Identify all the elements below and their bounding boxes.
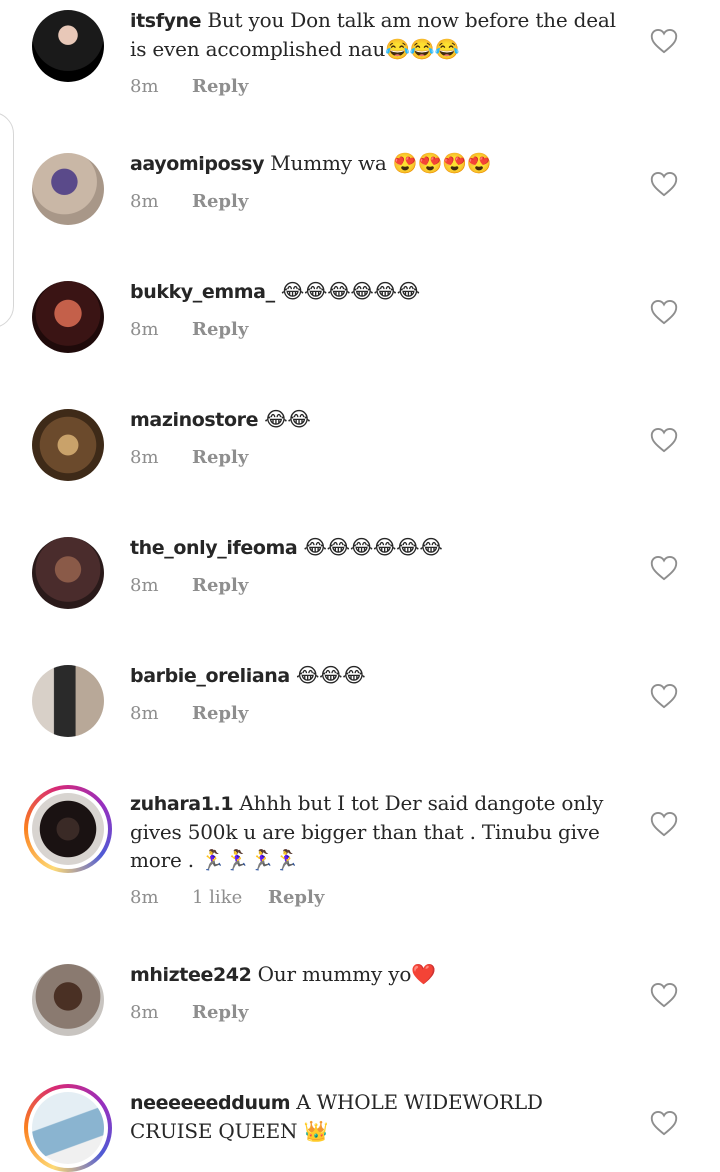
avatar[interactable] — [32, 537, 104, 609]
avatar[interactable] — [32, 409, 104, 481]
comment-username[interactable]: bukky_emma_ — [130, 281, 275, 303]
avatar[interactable] — [32, 964, 104, 1036]
reply-button[interactable]: Reply — [192, 76, 248, 97]
comment-username[interactable]: zuhara1.1 — [130, 793, 234, 815]
comment-username[interactable]: itsfyne — [130, 10, 202, 32]
avatar — [32, 793, 104, 865]
comment-username[interactable]: neeeeeedduum — [130, 1092, 291, 1114]
comment-text: But you Don talk am now before the deal … — [130, 8, 616, 61]
heart-outline-icon[interactable] — [650, 982, 678, 1008]
reply-button[interactable]: Reply — [192, 319, 248, 340]
heart-outline-icon[interactable] — [650, 28, 678, 54]
reply-button[interactable]: Reply — [192, 447, 248, 468]
avatar-story-ring[interactable] — [24, 785, 112, 873]
heart-outline-icon[interactable] — [650, 171, 678, 197]
reply-button[interactable]: Reply — [192, 191, 248, 212]
comment-time: 8m — [130, 76, 159, 97]
comment-time: 8m — [130, 447, 159, 468]
heart-outline-icon[interactable] — [650, 1110, 678, 1136]
comment-text: 😂😂😂 — [295, 663, 366, 687]
comment-time: 8m — [130, 1002, 159, 1023]
avatar-story-ring[interactable] — [24, 1084, 112, 1172]
reply-button[interactable]: Reply — [268, 887, 324, 908]
comment-username[interactable]: barbie_oreliana — [130, 665, 290, 687]
side-panel-edge — [0, 112, 14, 328]
comment-text: 😂😂 — [264, 407, 311, 431]
avatar[interactable] — [32, 665, 104, 737]
comment-text: Our mummy yo❤️ — [257, 962, 436, 986]
comment-text: Mummy wa 😍😍😍😍 — [270, 151, 492, 175]
comment-time: 8m — [130, 575, 159, 596]
comment-text: 😂😂😂😂😂😂 — [303, 535, 443, 559]
comment-time: 8m — [130, 703, 159, 724]
heart-outline-icon[interactable] — [650, 811, 678, 837]
heart-outline-icon[interactable] — [650, 299, 678, 325]
reply-button[interactable]: Reply — [192, 575, 248, 596]
comment-username[interactable]: the_only_ifeoma — [130, 537, 298, 559]
avatar[interactable] — [32, 281, 104, 353]
comment-time: 8m — [130, 887, 159, 908]
reply-button[interactable]: Reply — [192, 703, 248, 724]
comment-username[interactable]: aayomipossy — [130, 153, 264, 175]
avatar[interactable] — [32, 153, 104, 225]
comment-time: 8m — [130, 191, 159, 212]
heart-outline-icon[interactable] — [650, 427, 678, 453]
comment-username[interactable]: mhiztee242 — [130, 964, 252, 986]
avatar — [32, 1092, 104, 1164]
comment-username[interactable]: mazinostore — [130, 409, 258, 431]
heart-outline-icon[interactable] — [650, 683, 678, 709]
comment-likes[interactable]: 1 like — [192, 887, 268, 908]
reply-button[interactable]: Reply — [192, 1002, 248, 1023]
avatar[interactable] — [32, 10, 104, 82]
comment-text: 😂😂😂😂😂😂 — [280, 279, 420, 303]
heart-outline-icon[interactable] — [650, 555, 678, 581]
comment-time: 8m — [130, 319, 159, 340]
